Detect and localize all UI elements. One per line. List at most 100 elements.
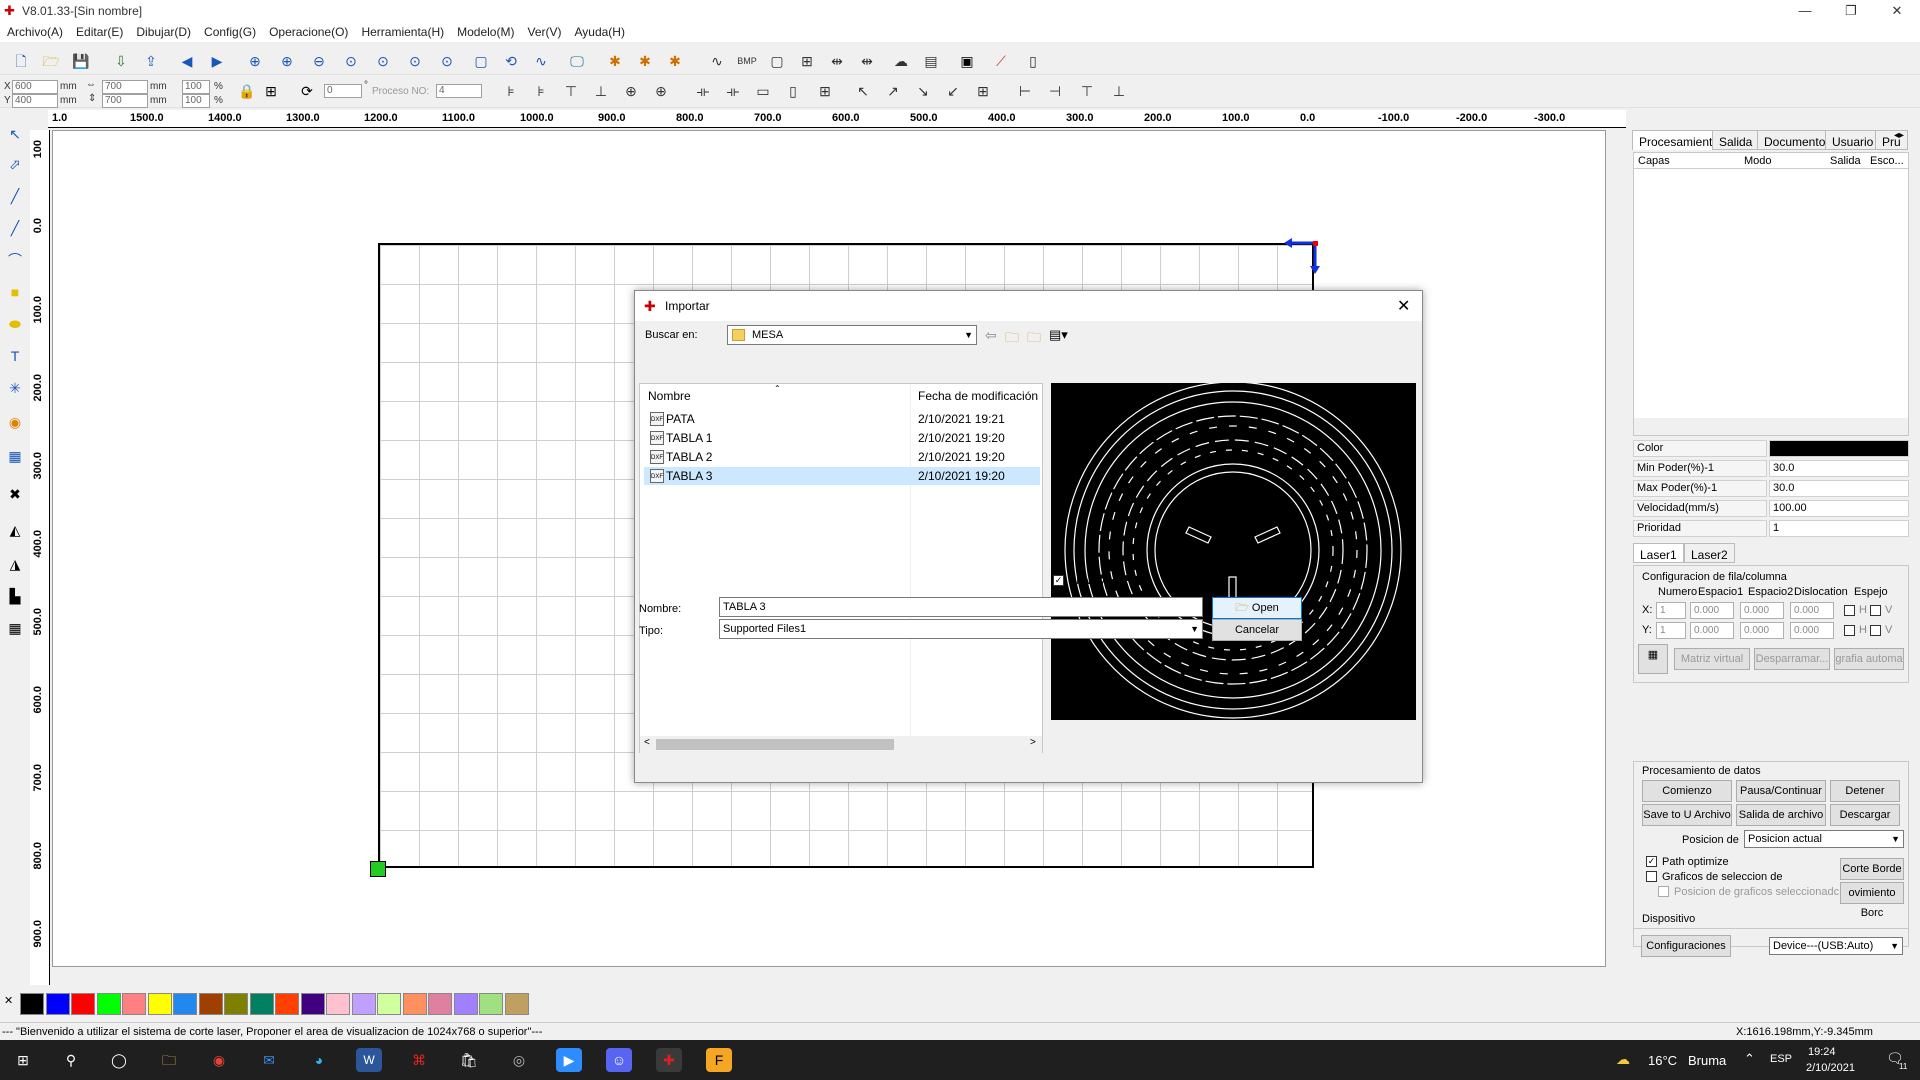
y-input[interactable]: 400 (12, 94, 58, 108)
mirror-v-tool-icon[interactable]: ◮ (4, 554, 26, 574)
salida-u-button[interactable]: Salida de archivo U (1736, 804, 1826, 841)
rowcol-y-dislocation[interactable]: 0.000 (1790, 622, 1834, 639)
menu-dibujar[interactable]: Dibujar(D) (129, 22, 197, 39)
scroll-left-icon[interactable]: < (644, 737, 650, 748)
zoom-in-icon[interactable]: ⊕ (276, 51, 298, 71)
open-folder-icon[interactable]: 🗁 (40, 51, 62, 71)
frame-tool-icon[interactable]: ▙ (4, 586, 26, 606)
scroll-thumb[interactable] (656, 739, 894, 750)
zoom-page-icon[interactable]: ⊙ (404, 51, 426, 71)
undo-icon[interactable]: ◀ (176, 51, 198, 71)
edge-icon[interactable]: ◕ (306, 1048, 332, 1072)
close-icon[interactable]: ✕ (1874, 0, 1920, 22)
image-tool-icon[interactable]: ◉ (4, 412, 26, 432)
line-tool-icon[interactable]: ╱ (4, 186, 26, 206)
move-right-icon[interactable]: ⊣ (1044, 81, 1066, 101)
save-icon[interactable]: 💾 (70, 51, 92, 71)
tab-scroll-icon[interactable]: ◂▸ (1894, 130, 1904, 141)
frame-icon[interactable]: ▢ (766, 51, 788, 71)
rowcol-y-h-check[interactable] (1844, 625, 1855, 636)
rotate-input[interactable]: 0 (324, 84, 362, 98)
file-row[interactable]: DXF TABLA 2 2/10/2021 19:20 (644, 448, 1040, 466)
smooth-icon[interactable]: ∿ (706, 51, 728, 71)
space-v-icon[interactable]: ▯ (782, 81, 804, 101)
move-center-icon[interactable]: ⊞ (972, 81, 994, 101)
select-rect-icon[interactable]: ▢ (470, 51, 492, 71)
array-tool-icon[interactable]: ▦ (4, 618, 26, 638)
text-tool-icon[interactable]: T (4, 346, 26, 366)
word-icon[interactable]: W (356, 1048, 382, 1072)
menu-ayuda[interactable]: Ayuda(H) (568, 22, 631, 39)
menu-modelo[interactable]: Modelo(M) (450, 22, 520, 39)
zoom-app-icon[interactable]: ▶ (556, 1048, 582, 1072)
zoom-all-icon[interactable]: ⊙ (436, 51, 458, 71)
tab-usuario[interactable]: Usuario (1825, 130, 1881, 150)
new-folder-icon[interactable]: 🗀 (1027, 327, 1041, 351)
clock-date[interactable]: 2/10/2021 (1806, 1062, 1855, 1074)
color-swatch[interactable] (173, 993, 197, 1015)
align-top-icon[interactable]: ⊤ (560, 81, 582, 101)
file-row[interactable]: DXF PATA 2/10/2021 19:21 (644, 410, 1040, 428)
same-width-icon[interactable]: ⟛ (692, 81, 714, 101)
center-page-icon[interactable]: ⊞ (814, 81, 836, 101)
cloud-icon[interactable]: ☁ (890, 51, 912, 71)
cancel-button[interactable]: Cancelar (1212, 619, 1302, 641)
align-right-icon[interactable]: ⊧ (530, 81, 552, 101)
menu-editar[interactable]: Editar(E) (69, 22, 129, 39)
align-hcenter-icon[interactable]: ⊕ (620, 81, 642, 101)
lookin-select[interactable]: MESA ▼ (727, 325, 977, 345)
mirror-h-tool-icon[interactable]: ◭ (4, 520, 26, 540)
tab-laser2[interactable]: Laser2 (1684, 543, 1735, 563)
tree-icon[interactable]: ⊞ (796, 51, 818, 71)
color-swatch[interactable] (20, 993, 44, 1015)
color-swatch[interactable] (326, 993, 350, 1015)
zoom-select-icon[interactable]: ⊙ (340, 51, 362, 71)
zoom-fit-icon[interactable]: ⊙ (372, 51, 394, 71)
file-row[interactable]: DXF TABLA 3 2/10/2021 19:20 (644, 467, 1040, 485)
rowcol-x-v-check[interactable] (1870, 605, 1881, 616)
movimiento-borde-button[interactable]: ovimiento Borc (1840, 882, 1904, 919)
export-icon[interactable]: ⇪ (140, 51, 162, 71)
array2-icon[interactable]: ✱ (634, 51, 656, 71)
menu-config[interactable]: Config(G) (197, 22, 262, 39)
path-optimize-check[interactable]: ✓ (1646, 856, 1657, 867)
move-up-icon[interactable]: ⊤ (1076, 81, 1098, 101)
open-button[interactable]: 🗁 Open (1212, 597, 1302, 619)
weather-label[interactable]: Bruma (1688, 1053, 1726, 1068)
proceso-input[interactable]: 4 (436, 84, 482, 98)
posicion-select[interactable]: Posicion actual ▼ (1744, 830, 1904, 848)
no-color-icon[interactable]: ✕ (4, 994, 13, 1007)
comienzo-button[interactable]: Comienzo (1642, 780, 1732, 802)
tipo-select[interactable]: Supported Files1 ▼ (719, 619, 1203, 639)
color-swatch[interactable] (147, 993, 172, 1015)
move-left-icon[interactable]: ⊢ (1014, 81, 1036, 101)
fusion-app-icon[interactable]: F (706, 1048, 732, 1072)
curve-icon[interactable]: ∿ (530, 51, 552, 71)
polyline-tool-icon[interactable]: ╱ (4, 218, 26, 238)
delete-tool-icon[interactable]: ✖ (4, 484, 26, 504)
point-tool-icon[interactable]: ✳ (4, 378, 26, 398)
import-icon[interactable]: ⇩ (110, 51, 132, 71)
move-br-icon[interactable]: ↘ (912, 81, 934, 101)
rowcol-y-espacio1[interactable]: 0.000 (1690, 622, 1734, 639)
search-icon[interactable]: ⚲ (58, 1048, 84, 1072)
zoom-out-icon[interactable]: ⊖ (308, 51, 330, 71)
width-input[interactable]: 700 (102, 80, 148, 94)
color-swatch[interactable] (351, 993, 376, 1015)
move-tr-icon[interactable]: ↗ (882, 81, 904, 101)
up-folder-icon[interactable]: 🗀 (1005, 327, 1019, 351)
align-vcenter-icon[interactable]: ⊕ (650, 81, 672, 101)
col-fecha[interactable]: Fecha de modificación (918, 389, 1038, 403)
canvas-vertical-scrollbar[interactable] (1606, 130, 1624, 967)
restore-icon[interactable]: ❐ (1828, 0, 1874, 22)
node-icon[interactable]: ⟲ (500, 51, 522, 71)
curve-tool-icon[interactable]: ⌒ (4, 250, 26, 270)
canvas-horizontal-scrollbar[interactable] (52, 967, 1606, 985)
grafia-automa-button[interactable]: grafia automa (1834, 648, 1904, 670)
prop-value[interactable]: 1 (1769, 520, 1909, 537)
prop-value[interactable]: 30.0 (1769, 460, 1909, 477)
laser-icon[interactable]: ⟋ (990, 51, 1012, 71)
color-swatch[interactable] (45, 993, 70, 1015)
pct-h-input[interactable]: 100 (182, 94, 210, 108)
layer-table-scrollbar[interactable] (1634, 418, 1908, 435)
